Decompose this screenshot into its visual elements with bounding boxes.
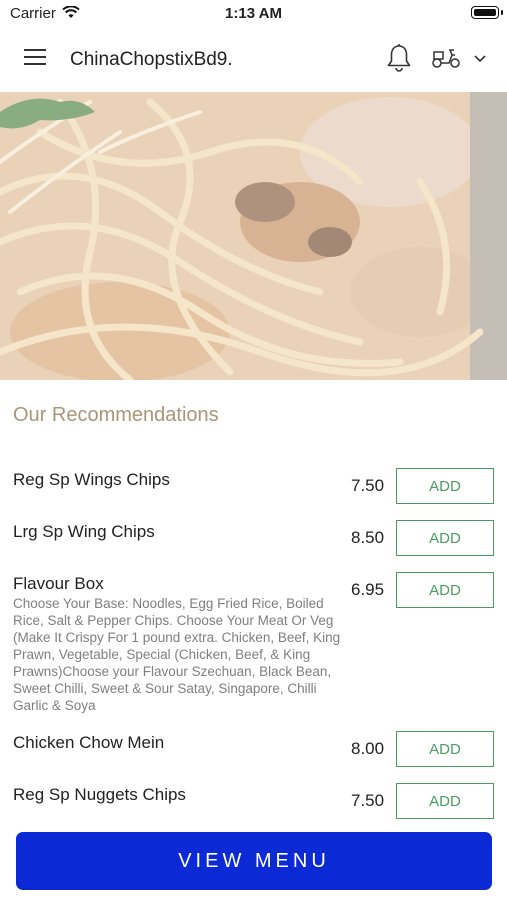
item-price: 7.50 [351,476,385,495]
app-header: ChinaChopstixBd9. [0,28,507,92]
chevron-down-icon[interactable] [473,54,487,63]
item-price: 7.50 [351,791,385,810]
noodles-dish-image [0,92,507,380]
delivery-scooter-icon[interactable] [431,47,461,69]
add-to-cart-button[interactable]: ADD [396,572,494,608]
hamburger-menu-icon[interactable] [24,49,46,67]
menu-item: Lrg Sp Wing Chips 8.50 ADD [0,514,507,566]
restaurant-title: ChinaChopstixBd9. [70,49,233,70]
add-to-cart-button[interactable]: ADD [396,520,494,556]
clock: 1:13 AM [225,5,282,22]
item-price: 8.50 [351,528,385,547]
menu-item: Flavour Box Choose Your Base: Noodles, E… [0,566,507,725]
item-price: 8.00 [351,739,385,758]
battery-icon [471,6,503,19]
view-menu-button[interactable]: VIEW MENU [16,832,492,890]
hero-food-image [0,92,507,380]
menu-item: Chicken Chow Mein 8.00 ADD [0,725,507,777]
item-price: 6.95 [351,580,385,599]
status-bar: Carrier 1:13 AM [0,0,507,28]
recommendations-heading: Our Recommendations [13,404,219,426]
menu-item: Reg Sp Nuggets Chips 7.50 ADD [0,777,507,829]
item-description: Choose Your Base: Noodles, Egg Fried Ric… [13,596,341,713]
menu-item: Reg Sp Wings Chips 7.50 ADD [0,462,507,514]
recommendations-list: Reg Sp Wings Chips 7.50 ADD Lrg Sp Wing … [0,462,507,829]
notification-bell-icon[interactable] [385,43,413,73]
add-to-cart-button[interactable]: ADD [396,468,494,504]
add-to-cart-button[interactable]: ADD [396,783,494,819]
add-to-cart-button[interactable]: ADD [396,731,494,767]
